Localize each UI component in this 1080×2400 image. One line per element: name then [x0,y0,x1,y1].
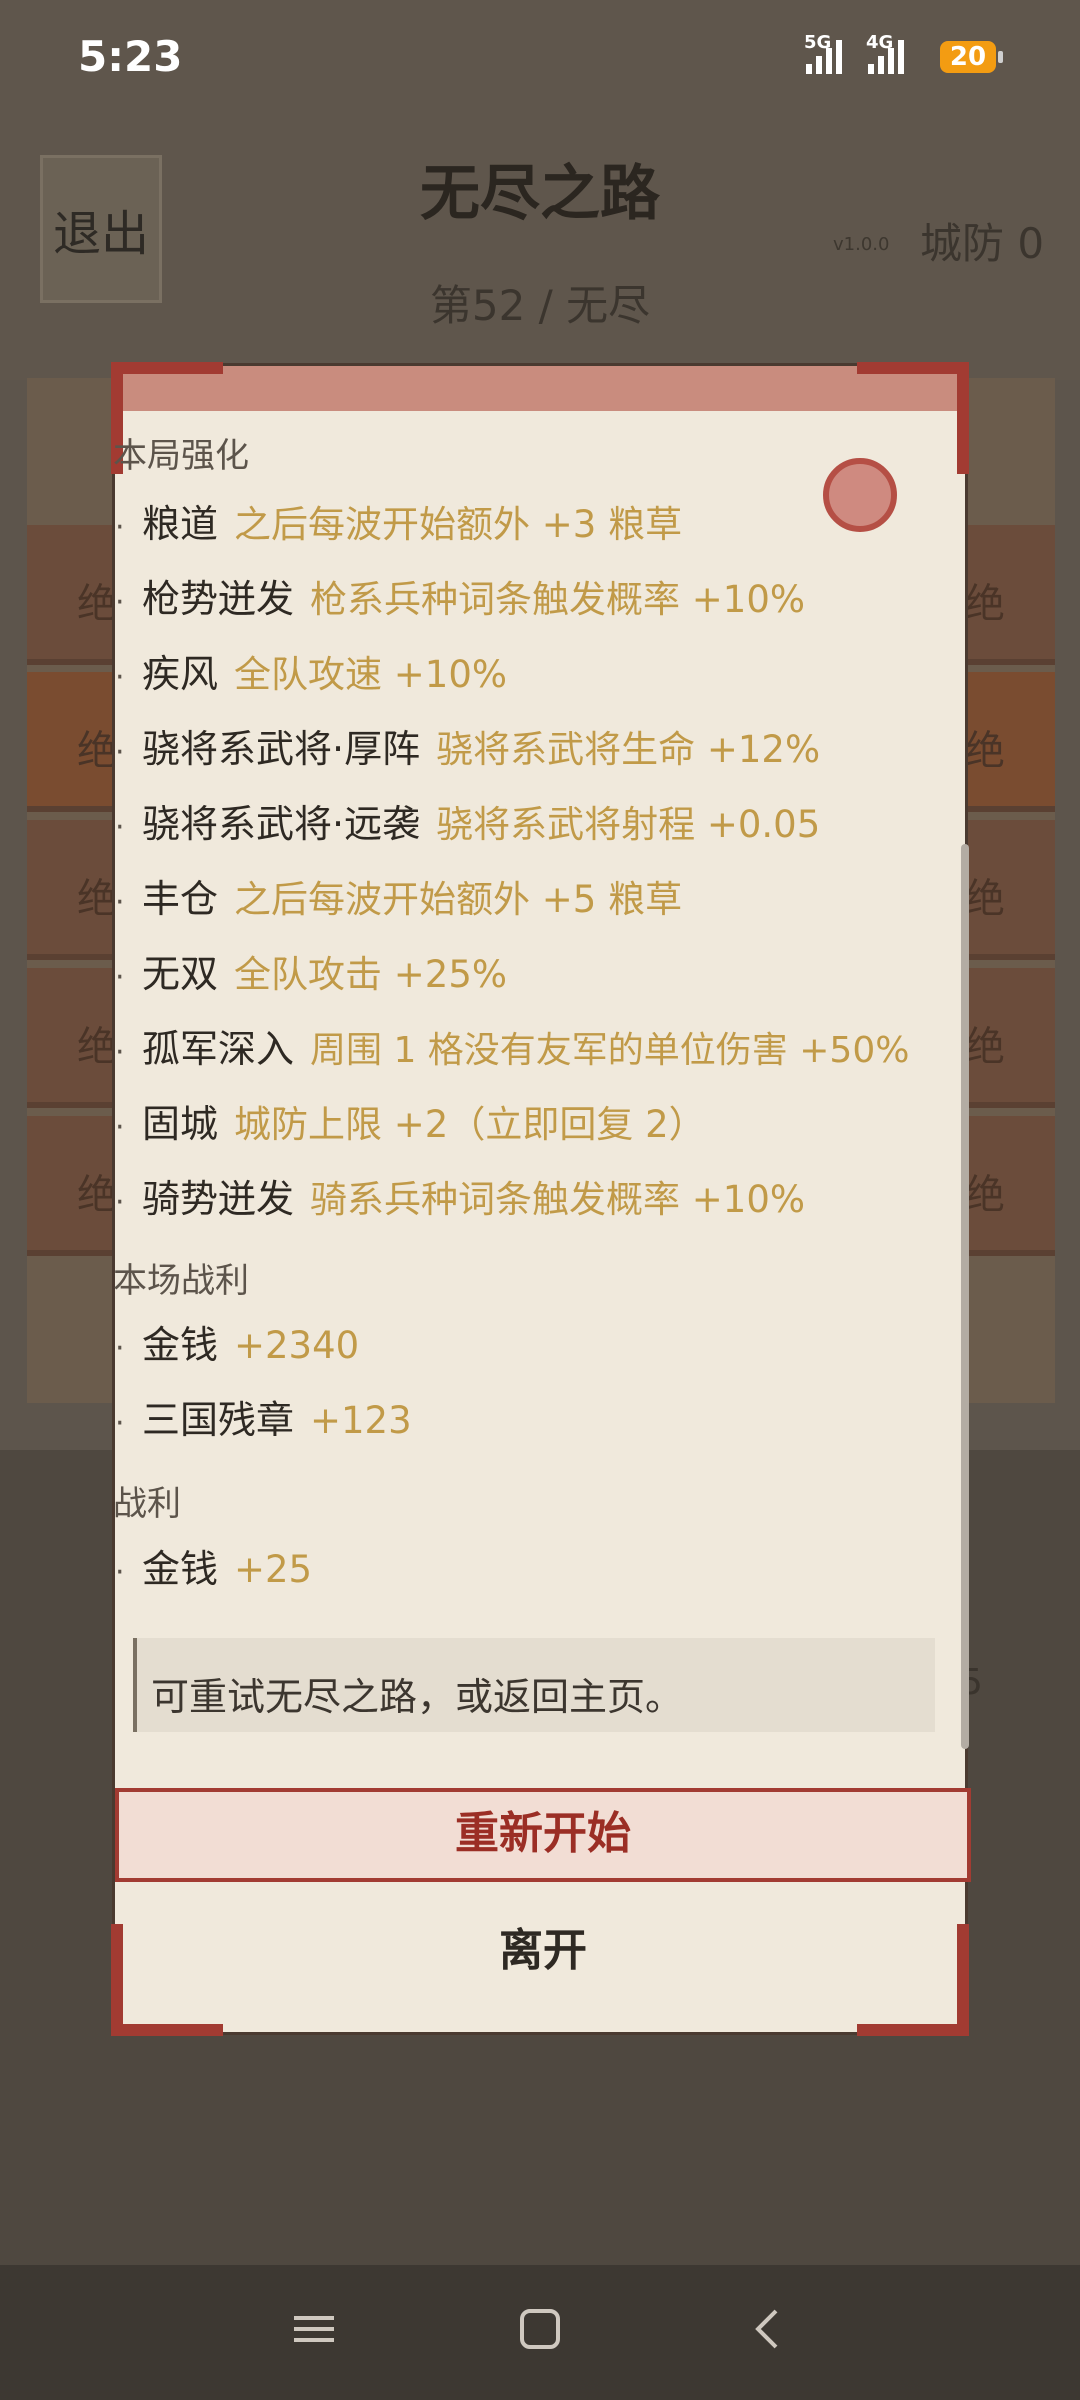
city-defense-label: 城防 0 [920,219,1045,268]
list-item: · 疾风 全队攻速 +10% [115,652,508,696]
list-item: · 骁将系武将·厚阵 骁将系武将生命 +12% [115,727,821,771]
battery-icon: 20 [940,41,1003,73]
close-circle-icon[interactable] [823,458,897,532]
clock: 5:23 [78,32,183,81]
home-icon[interactable] [518,2307,562,2355]
status-bar: 5:23 5G 4G 20 [0,0,1080,120]
section-title-buffs: 本局强化 [113,436,249,476]
menu-icon[interactable] [292,2307,336,2355]
dialog-top-bar [115,366,965,411]
list-item: · 金钱 +2340 [115,1323,360,1367]
system-nav-bar [0,2265,1080,2400]
wave-label: 第52 / 无尽 [429,281,651,330]
list-item: · 骑势迸发 骑系兵种词条触发概率 +10% [115,1177,806,1221]
scrollbar[interactable] [961,844,969,1749]
list-item: · 粮道 之后每波开始额外 +3 粮草 [115,502,683,546]
back-icon[interactable] [746,2307,790,2355]
list-item: · 三国残章 +123 [115,1398,412,1442]
signal-4g-icon: 4G [866,32,904,74]
run-summary-dialog: 本局强化 · 粮道 之后每波开始额外 +3 粮草 · 枪势迸发 枪系兵种词条触发概率 +… [111,362,971,2036]
list-item: · 枪势迸发 枪系兵种词条触发概率 +10% [115,577,806,621]
list-item: · 丰仓 之后每波开始额外 +5 粮草 [115,877,683,921]
list-item: · 无双 全队攻击 +25% [115,952,508,996]
section-title-battle-loot: 本场战利 [113,1261,249,1301]
restart-button[interactable]: 重新开始 [115,1788,971,1882]
list-item: · 骁将系武将·远袭 骁将系武将射程 +0.05 [115,802,821,846]
list-item: · 孤军深入 周围 1 格没有友军的单位伤害 +50% [115,1027,910,1071]
leave-button[interactable]: 离开 [115,1904,971,1998]
version-label: v1.0.0 [833,234,890,255]
section-title-loot: 战利 [113,1484,181,1524]
list-item: · 金钱 +25 [115,1547,313,1591]
signal-5g-icon: 5G [804,32,842,74]
page-title: 无尽之路 [420,159,660,229]
list-item: · 固城 城防上限 +2（立即回复 2） [115,1102,706,1146]
corner-decoration [857,362,969,474]
info-note: 可重试无尽之路，或返回主页。 [133,1638,935,1732]
